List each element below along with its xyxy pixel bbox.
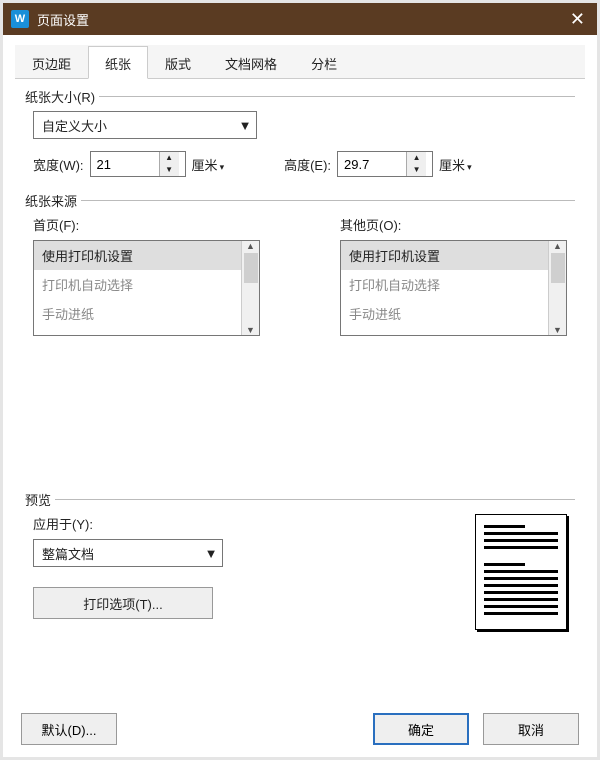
list-item[interactable]: 打印机自动选择 [341, 270, 548, 299]
page-preview [475, 514, 567, 630]
chevron-down-icon[interactable]: ▼ [234, 118, 256, 133]
other-pages-label: 其他页(O): [340, 218, 401, 233]
tab-columns[interactable]: 分栏 [294, 46, 354, 79]
spin-up-icon[interactable]: ▲ [160, 152, 179, 164]
window-title: 页面设置 [37, 10, 89, 29]
paper-size-combo[interactable]: 自定义大小 ▼ [33, 111, 257, 139]
height-unit[interactable]: 厘米▾ [439, 155, 472, 174]
spin-down-icon[interactable]: ▼ [160, 164, 179, 176]
apply-to-combo[interactable]: 整篇文档 ▼ [33, 539, 223, 567]
scroll-up-icon[interactable]: ▲ [246, 241, 255, 251]
tab-layout[interactable]: 版式 [148, 46, 208, 79]
list-item[interactable]: 打印机自动选择 [34, 270, 241, 299]
legend-paper-size: 纸张大小(R) [25, 87, 99, 106]
group-preview: 预览 应用于(Y): 整篇文档 ▼ 打印选项(T)... [25, 492, 575, 638]
title-bar: W 页面设置 ✕ [3, 3, 597, 35]
scroll-thumb[interactable] [551, 253, 565, 283]
list-item[interactable]: 手动进纸 [34, 299, 241, 328]
scrollbar[interactable]: ▲ ▼ [241, 241, 259, 335]
ok-button[interactable]: 确定 [373, 713, 469, 745]
tab-bar: 页边距 纸张 版式 文档网格 分栏 [15, 45, 585, 79]
spin-down-icon[interactable]: ▼ [407, 164, 426, 176]
first-page-listbox[interactable]: 使用打印机设置 打印机自动选择 手动进纸 ▲ ▼ [33, 240, 260, 336]
other-pages-listbox[interactable]: 使用打印机设置 打印机自动选择 手动进纸 ▲ ▼ [340, 240, 567, 336]
height-spinner[interactable]: ▲ ▼ [337, 151, 433, 177]
width-spinner[interactable]: ▲ ▼ [90, 151, 186, 177]
width-input[interactable] [91, 152, 159, 176]
width-unit[interactable]: 厘米▾ [192, 155, 225, 174]
list-item[interactable]: 使用打印机设置 [34, 241, 241, 270]
page-setup-dialog: W 页面设置 ✕ 页边距 纸张 版式 文档网格 分栏 纸张大小(R) 自定义大小… [0, 0, 600, 760]
legend-paper-source: 纸张来源 [25, 191, 81, 210]
scroll-up-icon[interactable]: ▲ [553, 241, 562, 251]
list-item[interactable]: 使用打印机设置 [341, 241, 548, 270]
height-label: 高度(E): [284, 155, 331, 174]
default-button[interactable]: 默认(D)... [21, 713, 117, 745]
legend-preview: 预览 [25, 490, 55, 509]
spin-up-icon[interactable]: ▲ [407, 152, 426, 164]
height-input[interactable] [338, 152, 406, 176]
close-icon[interactable]: ✕ [566, 9, 589, 30]
apply-to-label: 应用于(Y): [33, 514, 463, 533]
first-page-label: 首页(F): [33, 218, 79, 233]
width-label: 宽度(W): [33, 155, 84, 174]
group-paper-source: 纸张来源 首页(F): 使用打印机设置 打印机自动选择 手动进纸 ▲ [25, 193, 575, 344]
chevron-down-icon[interactable]: ▼ [200, 546, 222, 561]
app-logo: W [11, 10, 29, 28]
scrollbar[interactable]: ▲ ▼ [548, 241, 566, 335]
scroll-down-icon[interactable]: ▼ [553, 325, 562, 335]
tab-margins[interactable]: 页边距 [15, 46, 88, 79]
apply-to-value: 整篇文档 [34, 544, 200, 563]
dialog-footer: 默认(D)... 确定 取消 [21, 713, 579, 745]
group-paper-size: 纸张大小(R) 自定义大小 ▼ 宽度(W): ▲ ▼ 厘米▾ [25, 89, 575, 185]
print-options-button[interactable]: 打印选项(T)... [33, 587, 213, 619]
scroll-thumb[interactable] [244, 253, 258, 283]
scroll-down-icon[interactable]: ▼ [246, 325, 255, 335]
paper-size-value: 自定义大小 [34, 116, 234, 135]
tab-grid[interactable]: 文档网格 [208, 46, 294, 79]
cancel-button[interactable]: 取消 [483, 713, 579, 745]
tab-paper[interactable]: 纸张 [88, 46, 148, 79]
list-item[interactable]: 手动进纸 [341, 299, 548, 328]
